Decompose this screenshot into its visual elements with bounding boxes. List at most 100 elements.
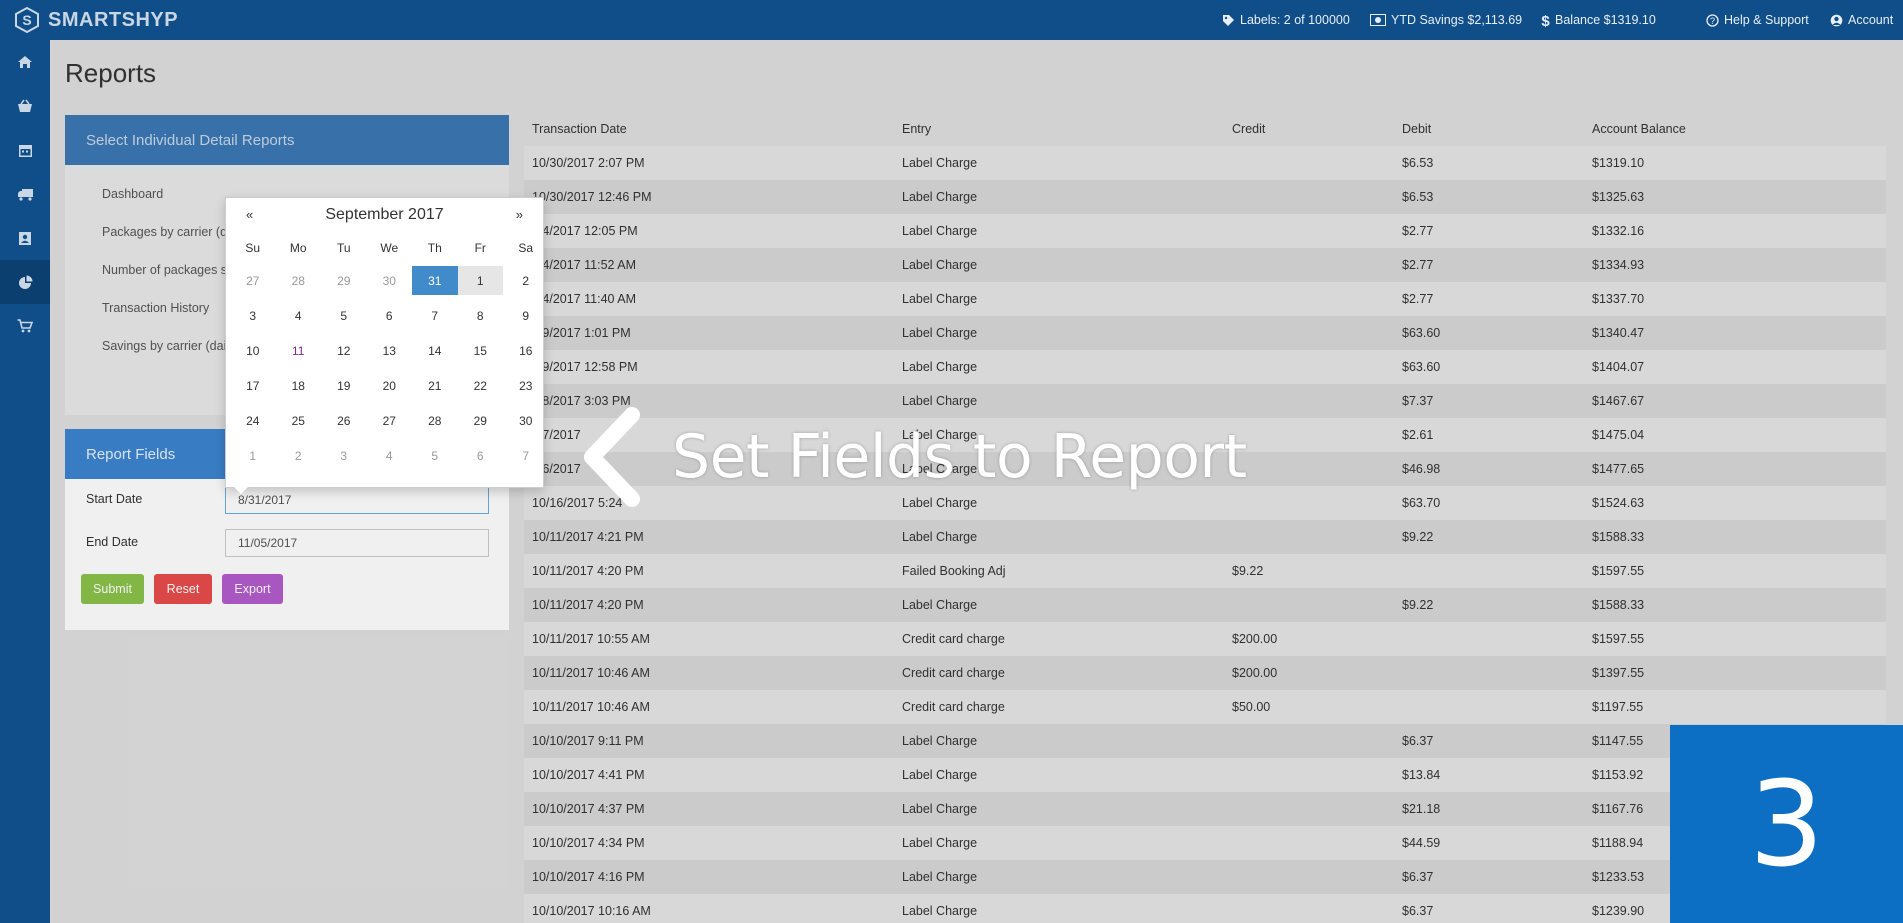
cell-entry: Label Charge — [894, 282, 1224, 316]
ytd-savings[interactable]: YTD Savings $2,113.69 — [1370, 0, 1522, 40]
cell-account-balance: $1337.70 — [1584, 282, 1886, 316]
datepicker-day[interactable]: 30 — [503, 403, 549, 438]
start-date-input[interactable] — [225, 486, 489, 514]
table-row: 10/11/2017 4:20 PM Label Charge $9.22 $1588… — [524, 588, 1886, 622]
datepicker-month-title[interactable]: September 2017 — [226, 206, 543, 224]
datepicker-day[interactable]: 2 — [276, 438, 322, 473]
table-header-row: Transaction Date Entry Credit Debit Acco… — [524, 112, 1886, 146]
datepicker-day[interactable]: 6 — [458, 438, 504, 473]
datepicker-day[interactable]: 1 — [230, 438, 276, 473]
datepicker-day[interactable]: 18 — [276, 368, 322, 403]
sidebar-item-reports[interactable] — [0, 260, 50, 304]
pie-chart-icon — [18, 275, 32, 289]
datepicker-day[interactable]: 12 — [321, 333, 367, 368]
cell-debit: $6.37 — [1394, 894, 1584, 923]
datepicker-day[interactable]: 9 — [503, 298, 549, 333]
datepicker-day[interactable]: 27 — [367, 403, 413, 438]
help-support-link[interactable]: ? Help & Support — [1706, 0, 1809, 40]
cell-credit — [1224, 350, 1394, 384]
datepicker-day[interactable]: 7 — [412, 298, 458, 333]
cell-entry: Label Charge — [894, 520, 1224, 554]
end-date-label: End Date — [86, 535, 139, 549]
datepicker-day[interactable]: 2 — [503, 263, 549, 298]
datepicker-day[interactable]: 3 — [321, 438, 367, 473]
cell-credit — [1224, 894, 1394, 923]
datepicker-day[interactable]: 11 — [276, 333, 322, 368]
datepicker-day[interactable]: 14 — [412, 333, 458, 368]
sidebar-item-home[interactable] — [0, 40, 50, 84]
datepicker-day[interactable]: 20 — [367, 368, 413, 403]
cell-debit: $7.37 — [1394, 384, 1584, 418]
sidebar-item-calendar[interactable] — [0, 128, 50, 172]
weekday-header: Su — [245, 240, 261, 255]
datepicker-day[interactable]: 4 — [367, 438, 413, 473]
datepicker-day[interactable]: 4 — [276, 298, 322, 333]
top-navbar: S SMARTSHYP Labels: 2 of 100000 YTD Savi… — [0, 0, 1903, 40]
cell-debit: $6.37 — [1394, 860, 1584, 894]
cell-credit: $200.00 — [1224, 622, 1394, 656]
cell-entry: Label Charge — [894, 792, 1224, 826]
datepicker-day[interactable]: 19 — [321, 368, 367, 403]
cell-credit — [1224, 146, 1394, 180]
reset-button[interactable]: Reset — [154, 574, 212, 604]
column-header-credit[interactable]: Credit — [1224, 112, 1394, 146]
datepicker-day[interactable]: 7 — [503, 438, 549, 473]
start-date-row: Start Date — [65, 486, 509, 516]
datepicker-day[interactable]: 30 — [367, 263, 413, 298]
question-icon: ? — [1706, 13, 1719, 27]
datepicker-day[interactable]: 17 — [230, 368, 276, 403]
datepicker-day[interactable]: 1 — [457, 266, 503, 295]
column-header-transaction-date[interactable]: Transaction Date — [524, 112, 894, 146]
cell-debit — [1394, 690, 1584, 724]
sidebar-item-cart[interactable] — [0, 304, 50, 348]
datepicker-day[interactable]: 26 — [321, 403, 367, 438]
logo[interactable]: S SMARTSHYP — [14, 7, 178, 33]
end-date-input[interactable] — [225, 529, 489, 557]
sidebar-item-contacts[interactable] — [0, 216, 50, 260]
datepicker-day[interactable]: 3 — [230, 298, 276, 333]
datepicker-day[interactable]: 25 — [276, 403, 322, 438]
sidebar-item-shop[interactable] — [0, 84, 50, 128]
table-row: /24/2017 11:40 AM Label Charge $2.77 $1337.… — [524, 282, 1886, 316]
datepicker-day[interactable]: 27 — [230, 263, 276, 298]
datepicker-day[interactable]: 31 — [412, 266, 458, 295]
column-header-entry[interactable]: Entry — [894, 112, 1224, 146]
export-button[interactable]: Export — [222, 574, 283, 604]
datepicker-day[interactable]: 29 — [458, 403, 504, 438]
cell-transaction-date: /19/2017 1:01 PM — [524, 316, 894, 350]
column-header-account-balance[interactable]: Account Balance — [1584, 112, 1886, 146]
datepicker-day[interactable]: 16 — [503, 333, 549, 368]
datepicker-day[interactable]: 5 — [321, 298, 367, 333]
submit-button[interactable]: Submit — [81, 574, 144, 604]
cell-transaction-date: /24/2017 11:40 AM — [524, 282, 894, 316]
cell-entry: Label Charge — [894, 350, 1224, 384]
datepicker-day[interactable]: 13 — [367, 333, 413, 368]
datepicker-day[interactable]: 10 — [230, 333, 276, 368]
datepicker-day[interactable]: 28 — [412, 403, 458, 438]
account-balance[interactable]: $ Balance $1319.10 — [1541, 0, 1655, 40]
datepicker-day[interactable]: 6 — [367, 298, 413, 333]
datepicker-day[interactable]: 8 — [458, 298, 504, 333]
cell-account-balance: $1588.33 — [1584, 520, 1886, 554]
step-number-badge: 3 — [1670, 725, 1903, 923]
datepicker-day[interactable]: 29 — [321, 263, 367, 298]
cell-transaction-date: 10/11/2017 4:20 PM — [524, 588, 894, 622]
datepicker-day[interactable]: 5 — [412, 438, 458, 473]
datepicker-next-button[interactable]: » — [516, 207, 523, 222]
datepicker-day[interactable]: 28 — [276, 263, 322, 298]
datepicker-popup: « September 2017 » Su Mo Tu We Th Fr Sa 27 28 29 3… — [225, 197, 544, 494]
datepicker-day[interactable]: 15 — [458, 333, 504, 368]
cell-transaction-date: 10/10/2017 4:16 PM — [524, 860, 894, 894]
column-header-debit[interactable]: Debit — [1394, 112, 1584, 146]
datepicker-day[interactable]: 22 — [458, 368, 504, 403]
labels-counter[interactable]: Labels: 2 of 100000 — [1222, 0, 1350, 40]
table-row: 10/11/2017 4:21 PM Label Charge $9.22 $1588… — [524, 520, 1886, 554]
sidebar-item-shipping[interactable] — [0, 172, 50, 216]
account-menu[interactable]: Account — [1830, 0, 1893, 40]
datepicker-day[interactable]: 21 — [412, 368, 458, 403]
cell-entry: Label Charge — [894, 316, 1224, 350]
datepicker-day[interactable]: 23 — [503, 368, 549, 403]
cell-transaction-date: 10/10/2017 10:16 AM — [524, 894, 894, 923]
datepicker-day[interactable]: 24 — [230, 403, 276, 438]
cell-credit — [1224, 452, 1394, 486]
